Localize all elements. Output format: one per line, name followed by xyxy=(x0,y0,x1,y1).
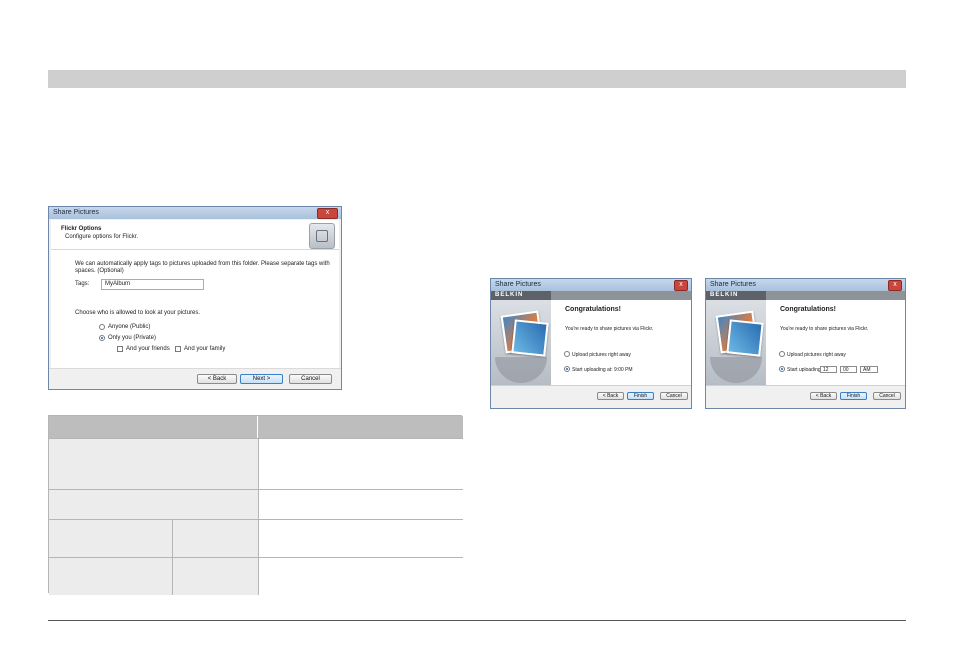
ready-text: You're ready to share pictures via Flick… xyxy=(780,326,869,332)
upload-later-radio[interactable] xyxy=(564,366,570,372)
header-panel: Flickr Options Configure options for Fli… xyxy=(51,220,339,250)
dialog-footer: < Back Finish Cancel xyxy=(706,385,905,408)
header-bar xyxy=(766,291,905,300)
cancel-button[interactable]: Cancel xyxy=(660,392,688,400)
photo-icon xyxy=(511,319,549,357)
window-title: Share Pictures xyxy=(710,281,756,288)
branding-panel: BELKIN xyxy=(491,291,555,386)
dialog-heading: Flickr Options xyxy=(61,226,102,232)
dialog-subheading: Configure options for Flickr. xyxy=(65,234,139,240)
anyone-label: Anyone (Public) xyxy=(108,324,151,330)
flickr-options-dialog: Share Pictures x Flickr Options Configur… xyxy=(48,206,342,390)
photo-icon xyxy=(726,319,764,357)
header-bar xyxy=(551,291,691,300)
back-button[interactable]: < Back xyxy=(810,392,837,400)
congratulations-heading: Congratulations! xyxy=(565,306,621,313)
table-row xyxy=(49,489,463,520)
friends-checkbox[interactable] xyxy=(117,346,123,352)
upload-now-label: Upload pictures right away xyxy=(572,352,631,358)
close-button[interactable]: x xyxy=(888,280,902,291)
table-row xyxy=(49,557,463,595)
table-row xyxy=(49,519,463,558)
finish-button[interactable]: Finish xyxy=(840,392,867,400)
tags-input[interactable]: MyAlbum xyxy=(101,279,204,290)
ampm-select[interactable]: AM xyxy=(860,366,878,373)
decorative-arc xyxy=(710,357,762,383)
minute-select[interactable]: 00 xyxy=(840,366,857,373)
finish-button[interactable]: Finish xyxy=(627,392,654,400)
upload-later-label: Start uploading at: 9:00 PM xyxy=(572,367,633,373)
belkin-logo: BELKIN xyxy=(491,291,555,300)
upload-now-radio[interactable] xyxy=(564,351,570,357)
close-button[interactable]: x xyxy=(317,208,338,219)
only-you-radio[interactable] xyxy=(99,335,105,341)
content-panel: Congratulations! You're ready to share p… xyxy=(551,291,691,386)
table-row xyxy=(49,438,463,490)
only-you-label: Only you (Private) xyxy=(108,335,157,341)
back-button[interactable]: < Back xyxy=(597,392,624,400)
family-label: And your family xyxy=(184,346,226,352)
congratulations-dialog-1: Share Pictures x BELKIN Congratulations!… xyxy=(490,278,692,409)
next-button[interactable]: Next > xyxy=(240,374,283,384)
decorative-arc xyxy=(495,357,547,383)
hour-select[interactable]: 12 xyxy=(820,366,837,373)
family-checkbox[interactable] xyxy=(175,346,181,352)
intro-text-line-1: We can automatically apply tags to pictu… xyxy=(75,261,330,267)
window-title: Share Pictures xyxy=(495,281,541,288)
title-bar: Share Pictures x xyxy=(491,279,691,291)
back-button[interactable]: < Back xyxy=(197,374,237,384)
congratulations-dialog-2: Share Pictures x BELKIN Congratulations!… xyxy=(705,278,906,409)
ready-text: You're ready to share pictures via Flick… xyxy=(565,326,654,332)
upload-later-radio[interactable] xyxy=(779,366,785,372)
branding-panel: BELKIN xyxy=(706,291,770,386)
flickr-icon xyxy=(309,223,335,249)
footer-rule xyxy=(48,620,906,621)
intro-text-line-2: spaces. (Optional) xyxy=(75,268,124,274)
window-title: Share Pictures xyxy=(53,209,99,216)
congratulations-heading: Congratulations! xyxy=(780,306,836,313)
options-body: We can automatically apply tags to pictu… xyxy=(51,250,339,369)
tags-label: Tags: xyxy=(75,281,90,287)
dialog-footer: < Back Finish Cancel xyxy=(491,385,691,408)
belkin-logo: BELKIN xyxy=(706,291,770,300)
content-panel: Congratulations! You're ready to share p… xyxy=(766,291,905,386)
section-header-band xyxy=(48,70,906,88)
close-button[interactable]: x xyxy=(674,280,688,291)
title-bar: Share Pictures x xyxy=(706,279,905,291)
table-header-right xyxy=(258,416,463,438)
dialog-footer: < Back Next > Cancel xyxy=(49,368,341,389)
visibility-label: Choose who is allowed to look at your pi… xyxy=(75,310,201,316)
friends-label: And your friends xyxy=(126,346,170,352)
anyone-radio[interactable] xyxy=(99,324,105,330)
cancel-button[interactable]: Cancel xyxy=(289,374,332,384)
upload-now-radio[interactable] xyxy=(779,351,785,357)
info-table xyxy=(48,415,463,595)
table-header-left xyxy=(49,416,257,438)
upload-now-label: Upload pictures right away xyxy=(787,352,846,358)
cancel-button[interactable]: Cancel xyxy=(873,392,901,400)
title-bar: Share Pictures x xyxy=(49,207,341,219)
